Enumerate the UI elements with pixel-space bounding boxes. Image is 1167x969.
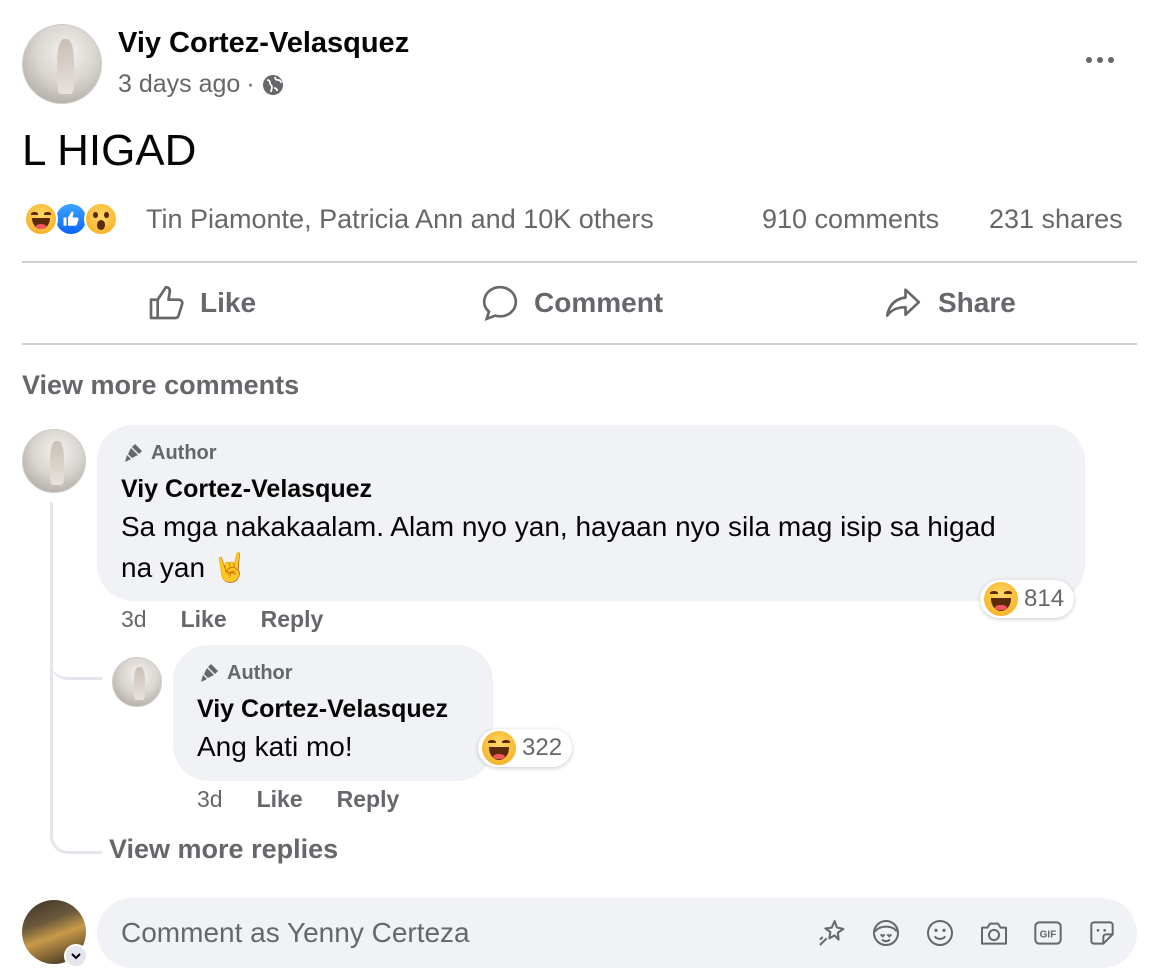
reaction-icons[interactable] bbox=[24, 202, 118, 236]
comment-button-label: Comment bbox=[534, 287, 664, 318]
public-globe-icon bbox=[261, 73, 285, 97]
sticker-icon[interactable] bbox=[1085, 916, 1119, 950]
reply-reaction-count: 322 bbox=[522, 734, 563, 761]
post-author-name[interactable]: Viy Cortez-Velasquez bbox=[118, 27, 409, 60]
microphone-icon bbox=[121, 441, 145, 465]
view-more-comments-link[interactable]: View more comments bbox=[22, 370, 299, 401]
view-more-replies-link[interactable]: View more replies bbox=[109, 834, 338, 865]
author-badge: Author bbox=[121, 441, 217, 465]
reply-actions: 3d Like Reply bbox=[197, 786, 399, 813]
divider-bottom bbox=[22, 343, 1137, 345]
post-time[interactable]: 3 days ago bbox=[118, 70, 240, 99]
sparkle-sticker-icon[interactable] bbox=[815, 916, 849, 950]
author-badge-label: Author bbox=[227, 661, 293, 684]
post-author-avatar[interactable] bbox=[22, 24, 102, 104]
reply-author-name[interactable]: Viy Cortez-Velasquez bbox=[197, 695, 448, 724]
reactions-summary-text[interactable]: Tin Piamonte, Patricia Ann and 10K other… bbox=[146, 204, 654, 235]
post-options-button[interactable] bbox=[1080, 46, 1120, 74]
comment-text-line-2: na yan 🤘 bbox=[121, 552, 248, 583]
share-button-label: Share bbox=[938, 287, 1016, 318]
shares-count[interactable]: 231 shares bbox=[989, 204, 1123, 235]
reply-reply-button[interactable]: Reply bbox=[337, 786, 400, 813]
comment-button[interactable]: Comment bbox=[480, 283, 663, 323]
microphone-icon bbox=[197, 661, 221, 685]
comment-reaction-count: 814 bbox=[1024, 585, 1065, 612]
comment-reaction-badge[interactable]: 814 bbox=[980, 580, 1075, 618]
haha-emoji-icon bbox=[24, 202, 58, 236]
like-reaction-icon bbox=[54, 202, 88, 236]
emoji-icon[interactable] bbox=[923, 916, 957, 950]
reply-text: Ang kati mo! bbox=[197, 731, 353, 762]
comment-bubble-icon bbox=[480, 283, 520, 323]
post-body-text: L HIGAD bbox=[22, 126, 197, 175]
share-button[interactable]: Share bbox=[882, 283, 1016, 323]
account-switch-chevron-icon[interactable] bbox=[64, 944, 88, 968]
wow-emoji-icon bbox=[84, 202, 118, 236]
camera-icon[interactable] bbox=[977, 916, 1011, 950]
post-meta: 3 days ago · bbox=[118, 70, 285, 99]
divider-top bbox=[22, 261, 1137, 263]
author-badge-label: Author bbox=[151, 441, 217, 464]
meta-separator: · bbox=[246, 70, 255, 98]
reply-author-avatar[interactable] bbox=[112, 657, 162, 707]
reply-reaction-badge[interactable]: 322 bbox=[478, 729, 573, 767]
share-arrow-icon bbox=[882, 283, 924, 323]
reply-time[interactable]: 3d bbox=[197, 786, 223, 813]
avatar-sticker-icon[interactable] bbox=[869, 916, 903, 950]
rock-hand-emoji: 🤘 bbox=[212, 552, 248, 583]
comment-composer[interactable]: Comment as Yenny Certeza GIF bbox=[97, 898, 1137, 968]
comment-reply-button[interactable]: Reply bbox=[261, 606, 324, 633]
svg-text:GIF: GIF bbox=[1040, 930, 1057, 941]
comment-author-name[interactable]: Viy Cortez-Velasquez bbox=[121, 475, 372, 504]
comment-like-button[interactable]: Like bbox=[181, 606, 227, 633]
comment-bubble: Author Viy Cortez-Velasquez Sa mga nakak… bbox=[97, 425, 1085, 601]
like-button-label: Like bbox=[200, 287, 257, 318]
thread-line-reply bbox=[50, 640, 102, 680]
gif-icon[interactable]: GIF bbox=[1031, 916, 1065, 950]
comment-time[interactable]: 3d bbox=[121, 606, 147, 633]
comment-actions: 3d Like Reply bbox=[121, 606, 323, 633]
reply-like-button[interactable]: Like bbox=[257, 786, 303, 813]
haha-emoji-icon bbox=[984, 582, 1018, 616]
comment-author-avatar[interactable] bbox=[22, 429, 86, 493]
like-button[interactable]: Like bbox=[146, 283, 256, 323]
thumbs-up-icon bbox=[146, 283, 186, 323]
haha-emoji-icon bbox=[482, 731, 516, 765]
reply-bubble: Author Viy Cortez-Velasquez Ang kati mo! bbox=[173, 645, 493, 781]
comment-input[interactable]: Comment as Yenny Certeza bbox=[121, 917, 815, 949]
comment-text-line-1: Sa mga nakakaalam. Alam nyo yan, hayaan … bbox=[121, 511, 996, 542]
composer-tools: GIF bbox=[815, 916, 1119, 950]
author-badge: Author bbox=[197, 661, 293, 685]
comments-count[interactable]: 910 comments bbox=[762, 204, 939, 235]
